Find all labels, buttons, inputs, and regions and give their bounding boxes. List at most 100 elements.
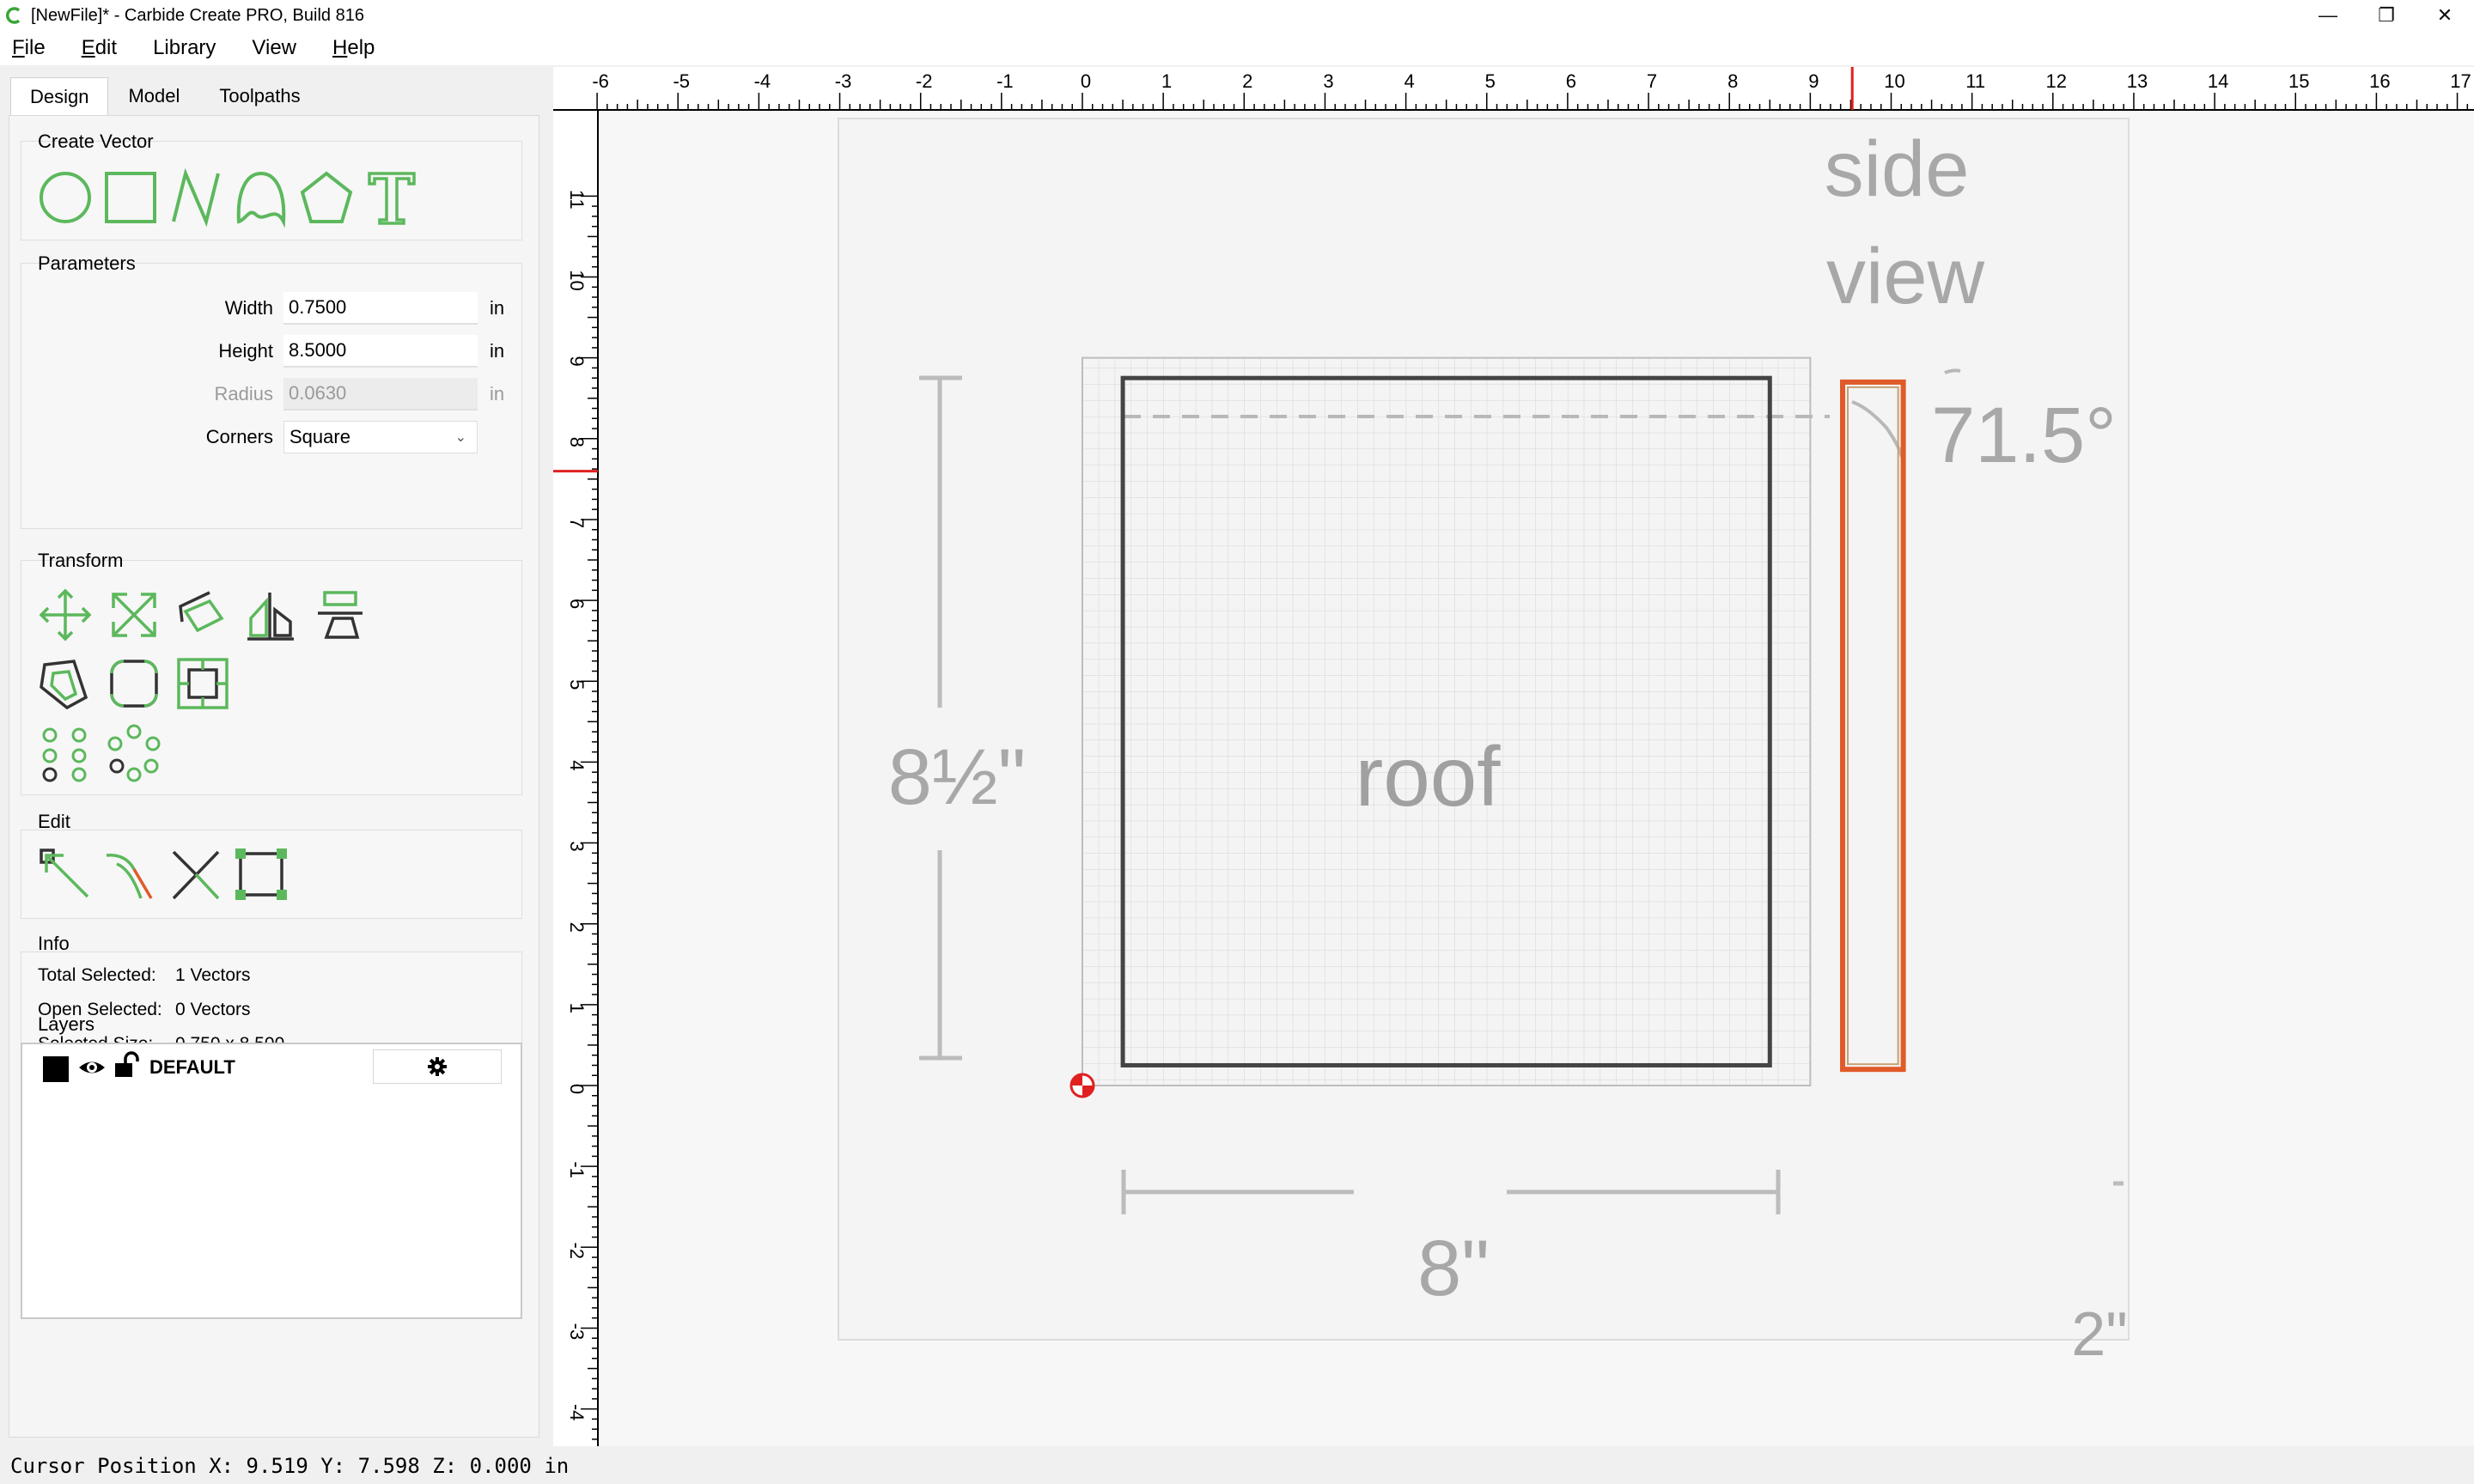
- title-bar: [NewFile]* - Carbide Create PRO, Build 8…: [0, 0, 2474, 31]
- height-unit: in: [490, 340, 505, 362]
- move-icon[interactable]: [34, 584, 96, 646]
- transform-title: Transform: [38, 550, 124, 571]
- ruler-x-label: 10: [1884, 70, 1904, 92]
- ruler-x-label: -1: [996, 70, 1014, 92]
- node-edit-icon[interactable]: [34, 843, 96, 905]
- edit-title: Edit: [38, 811, 70, 832]
- gear-icon: [428, 1057, 447, 1076]
- close-button[interactable]: ✕: [2416, 0, 2474, 31]
- menu-view[interactable]: View: [247, 34, 302, 62]
- ruler-x-label: 11: [1965, 70, 1985, 92]
- polygon-icon[interactable]: [296, 167, 357, 228]
- menu-help[interactable]: Help: [327, 34, 380, 62]
- total-selected-label: Total Selected:: [38, 965, 156, 985]
- menu-file[interactable]: File: [7, 34, 51, 62]
- ruler-y-label: -3: [566, 1323, 588, 1341]
- open-selected-value: 0 Vectors: [175, 1000, 251, 1019]
- reference-text-roof: roof: [1356, 729, 1502, 824]
- ruler-x-label: 12: [2046, 70, 2067, 92]
- tab-model[interactable]: Model: [108, 77, 199, 115]
- status-bar: Cursor Position X: 9.519 Y: 7.598 Z: 0.0…: [0, 1446, 2474, 1484]
- total-selected-row: Total Selected: 1 Vectors: [38, 965, 251, 986]
- minimize-button[interactable]: —: [2299, 0, 2357, 31]
- layer-name: DEFAULT: [149, 1056, 235, 1078]
- text-icon[interactable]: [361, 167, 423, 228]
- ruler-x-label: 3: [1323, 70, 1333, 92]
- radius-label: Radius: [214, 383, 273, 404]
- ruler-x-label: 14: [2208, 70, 2228, 92]
- parameters-title: Parameters: [38, 252, 136, 274]
- trim-icon[interactable]: [165, 843, 227, 905]
- layers-title: Layers: [38, 1013, 95, 1035]
- join-icon[interactable]: [100, 843, 161, 905]
- ruler-x-label: 17: [2450, 70, 2471, 92]
- panel-tabs: Design Model Toolpaths: [10, 77, 320, 115]
- design-canvas[interactable]: -6 -5 -4 -3 -2 -1 0 1 2 3 4 5 6 7 8 9 10 11 12 13 14 15 16 17 1…: [553, 67, 2474, 1446]
- ruler-x-label: 7: [1647, 70, 1657, 92]
- eye-icon[interactable]: [77, 1053, 107, 1082]
- rotate-icon[interactable]: [172, 584, 234, 646]
- width-input[interactable]: [283, 292, 478, 325]
- layer-settings-button[interactable]: [373, 1049, 502, 1084]
- tab-toolpaths[interactable]: Toolpaths: [199, 77, 320, 115]
- bounding-box-icon[interactable]: [230, 843, 292, 905]
- pattern-array-icon[interactable]: [103, 721, 165, 783]
- ruler-x-label: 4: [1404, 70, 1414, 92]
- ruler-x-label: 15: [2288, 70, 2309, 92]
- polyline-icon[interactable]: [165, 167, 227, 228]
- scale-icon[interactable]: [103, 584, 165, 646]
- ruler-y-label: -4: [566, 1404, 588, 1421]
- total-selected-value: 1 Vectors: [175, 965, 251, 985]
- stock-area: [1082, 356, 1812, 1086]
- fillet-icon[interactable]: [103, 653, 165, 715]
- radius-unit: in: [490, 383, 505, 404]
- ruler-x-label: -4: [754, 70, 771, 92]
- align-icon[interactable]: [309, 584, 371, 646]
- origin-marker-icon: [1069, 1073, 1095, 1098]
- ruler-x-label: -5: [673, 70, 690, 92]
- layer-row[interactable]: DEFAULT: [22, 1044, 521, 1087]
- width-unit: in: [490, 297, 505, 319]
- reference-text-angle: 71.5°: [1931, 392, 2117, 479]
- layers-list: DEFAULT: [21, 1043, 522, 1319]
- circular-array-icon[interactable]: [34, 721, 96, 783]
- ruler-y-label: 10: [566, 270, 588, 290]
- ruler-x-label: 1: [1161, 70, 1172, 92]
- rectangle-icon[interactable]: [100, 167, 161, 228]
- menu-library[interactable]: Library: [148, 34, 221, 62]
- width-label: Width: [224, 297, 273, 319]
- tab-design[interactable]: Design: [10, 77, 109, 115]
- unlock-icon[interactable]: [112, 1051, 141, 1080]
- mirror-icon[interactable]: [241, 584, 302, 646]
- cursor-position-text: Cursor Position X: 9.519 Y: 7.598 Z: 0.0…: [10, 1454, 570, 1478]
- maximize-button[interactable]: ❐: [2357, 0, 2416, 31]
- left-panel: Design Model Toolpaths Create Vector Par…: [0, 65, 550, 1446]
- boolean-icon[interactable]: [172, 653, 234, 715]
- menu-bar: File Edit Library View Help: [0, 31, 2474, 65]
- ruler-x-label: 2: [1242, 70, 1252, 92]
- ruler-x-label: 6: [1566, 70, 1576, 92]
- height-input[interactable]: [283, 335, 478, 368]
- ruler-y-label: -2: [566, 1243, 588, 1260]
- radius-input: [283, 378, 478, 411]
- info-title: Info: [38, 933, 70, 954]
- corners-select[interactable]: Square ⌄: [283, 421, 478, 453]
- curve-icon[interactable]: [230, 167, 292, 228]
- offset-icon[interactable]: [34, 653, 96, 715]
- circle-icon[interactable]: [34, 167, 96, 228]
- menu-edit[interactable]: Edit: [76, 34, 122, 62]
- canvas-svg[interactable]: -6 -5 -4 -3 -2 -1 0 1 2 3 4 5 6 7 8 9 10 11 12 13 14 15 16 17 1…: [553, 67, 2474, 1446]
- layer-color-swatch[interactable]: [43, 1056, 69, 1082]
- corners-selected-value: Square: [289, 426, 350, 447]
- ruler-x-label: 8: [1728, 70, 1738, 92]
- reference-text-view: view: [1826, 233, 1985, 320]
- window-controls: — ❐ ✕: [2299, 0, 2474, 31]
- chevron-down-icon: ⌄: [454, 430, 466, 445]
- reference-text-width: 8": [1417, 1225, 1490, 1312]
- ruler-y-label: -1: [566, 1161, 588, 1178]
- reference-text-partial: 2": [2071, 1300, 2128, 1369]
- ruler-corner: [553, 67, 598, 110]
- ruler-x-label: 16: [2369, 70, 2390, 92]
- ruler-x-label: -3: [835, 70, 852, 92]
- ruler-x-label: 13: [2127, 70, 2148, 92]
